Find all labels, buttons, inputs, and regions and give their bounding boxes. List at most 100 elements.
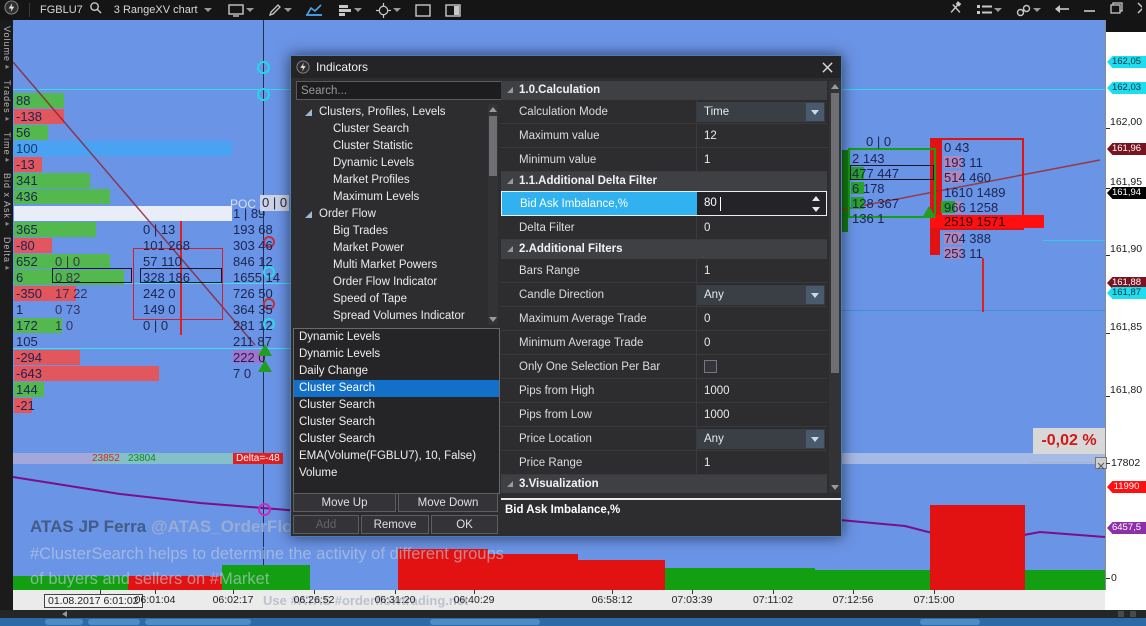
price-axis[interactable]: 17802 0 162,05162,03162,00161,96161,9516… — [1105, 20, 1146, 590]
setting-dropdown[interactable]: Any — [697, 429, 825, 449]
setting-spinner-field[interactable]: 80 — [697, 192, 826, 215]
tree-item-cluster-search[interactable]: Cluster Search — [291, 121, 487, 138]
setting-value[interactable]: 1 — [704, 148, 710, 172]
scroll-up-icon[interactable] — [831, 84, 839, 89]
tree-item-speed-of-tape[interactable]: Speed of Tape — [291, 291, 487, 308]
pin-icon[interactable] — [1055, 1, 1070, 19]
symbol-search-icon[interactable] — [89, 1, 102, 19]
draw-pencil-dropdown[interactable] — [268, 3, 292, 17]
scroll-handle-icon-1[interactable] — [1118, 611, 1124, 617]
setting-value[interactable]: 0 — [704, 331, 710, 355]
bar-list-dropdown[interactable] — [338, 4, 362, 17]
dropdown-arrow-icon[interactable] — [806, 286, 824, 304]
rail-tab-trades[interactable]: Trades — [2, 74, 12, 126]
symbol-label[interactable]: FGBLU7 — [40, 4, 83, 16]
collapse-triangle-icon[interactable] — [507, 246, 513, 252]
scroll-handle-icon-2[interactable] — [1130, 611, 1136, 617]
crosshair-dropdown[interactable] — [376, 3, 401, 18]
expand-triangle-icon[interactable] — [305, 109, 312, 116]
tree-item-big-trades[interactable]: Big Trades — [291, 223, 487, 240]
tools-icon[interactable] — [948, 1, 963, 20]
time-axis[interactable]: Use #ATAS #orderflowtrading.net 01.08.20… — [13, 590, 1105, 610]
section-header[interactable]: 2.Additional Filters — [501, 240, 827, 259]
display-dropdown[interactable] — [228, 4, 254, 17]
setting-value[interactable]: 0 — [704, 216, 710, 240]
setting-value[interactable]: 1000 — [704, 379, 730, 403]
collapse-triangle-icon[interactable] — [507, 481, 513, 487]
list-item[interactable]: Dynamic Levels — [294, 346, 499, 363]
setting-value[interactable]: 1 — [704, 451, 710, 475]
add-button[interactable]: Add — [293, 515, 359, 534]
layout-panels-icon[interactable] — [445, 4, 461, 17]
expand-triangle-icon[interactable] — [305, 211, 312, 218]
setting-value[interactable]: 12 — [704, 124, 717, 148]
setting-dropdown[interactable]: Time — [697, 102, 825, 122]
tree-item-multi-market-powers[interactable]: Multi Market Powers — [291, 257, 487, 274]
rail-tab-delta[interactable]: Delta — [2, 231, 12, 275]
rail-tab-bid-x-ask[interactable]: Bid x Ask — [2, 167, 12, 231]
spin-down-icon[interactable] — [812, 207, 820, 212]
spin-up-icon[interactable] — [812, 196, 820, 201]
list-item[interactable]: Daily Change — [294, 363, 499, 380]
scrollbar-thumb[interactable] — [45, 619, 83, 625]
line-chart-icon[interactable] — [306, 3, 322, 17]
spinner-arrows-icon[interactable] — [812, 195, 822, 213]
link-dropdown[interactable] — [1016, 4, 1041, 17]
settings-scroll-thumb[interactable] — [831, 93, 839, 373]
rectangle-icon[interactable] — [415, 4, 431, 17]
dropdown-arrow-icon[interactable] — [806, 103, 824, 121]
scroll-left-arrow-icon[interactable] — [62, 611, 67, 617]
list-item[interactable]: EMA(Volume(FGBLU7), 10, False) — [294, 448, 499, 465]
setting-checkbox[interactable] — [704, 360, 717, 373]
tree-item-cluster-statistic[interactable]: Cluster Statistic — [291, 138, 487, 155]
scroll-up-icon[interactable] — [489, 107, 497, 112]
scrollbar-thumb[interactable] — [430, 619, 540, 625]
rail-tab-volume[interactable]: Volume — [2, 20, 12, 74]
remove-button[interactable]: Remove — [361, 515, 429, 534]
tree-item-spread-volumes-indicator[interactable]: Spread Volumes Indicator — [291, 308, 487, 325]
tree-item-dynamic-levels[interactable]: Dynamic Levels — [291, 155, 487, 172]
search-input[interactable] — [296, 81, 504, 100]
setting-value[interactable]: 1 — [704, 259, 710, 283]
tree-item-market-power[interactable]: Market Power — [291, 240, 487, 257]
collapse-triangle-icon[interactable] — [507, 87, 513, 93]
setting-dropdown[interactable]: Any — [697, 285, 825, 305]
move-down-button[interactable]: Move Down — [398, 493, 498, 512]
section-header[interactable]: 3.Visualization — [501, 475, 827, 493]
tree-scroll-thumb[interactable] — [489, 116, 497, 176]
move-up-button[interactable]: Move Up — [293, 493, 396, 512]
setting-value[interactable]: 0 — [704, 307, 710, 331]
ok-button[interactable]: OK — [431, 515, 498, 534]
scrollbar-thumb[interactable] — [88, 619, 140, 625]
rail-tab-time[interactable]: Time — [2, 126, 12, 168]
list-item[interactable]: Cluster Search — [294, 397, 499, 414]
list-settings-dropdown[interactable] — [977, 4, 1002, 16]
scrollbar-thumb[interactable] — [920, 619, 980, 625]
minimize-icon[interactable] — [1084, 1, 1096, 19]
dialog-close-icon[interactable] — [819, 59, 835, 75]
list-item[interactable]: Volume — [294, 465, 499, 482]
list-item[interactable]: Cluster Search — [294, 380, 499, 397]
section-header[interactable]: 1.0.Calculation — [501, 81, 827, 100]
chart-scroll-row[interactable] — [0, 610, 1146, 618]
list-item[interactable]: Cluster Search — [294, 414, 499, 431]
tree-item-maximum-levels[interactable]: Maximum Levels — [291, 189, 487, 206]
list-item[interactable]: Cluster Search — [294, 431, 499, 448]
chart-type-dropdown[interactable]: 3 RangeXV chart — [114, 4, 198, 16]
scrollbar-thumb[interactable] — [145, 619, 251, 625]
restore-icon[interactable] — [1110, 1, 1123, 19]
tree-item-order-flow-indicator[interactable]: Order Flow Indicator — [291, 274, 487, 291]
tree-item-market-profiles[interactable]: Market Profiles — [291, 172, 487, 189]
chevron-down-icon[interactable] — [204, 8, 212, 12]
settings-scrollbar[interactable] — [829, 81, 841, 493]
dialog-title-bar[interactable]: Indicators — [291, 56, 841, 78]
tree-group-clusters-profiles-levels[interactable]: Clusters, Profiles, Levels — [291, 104, 487, 121]
scroll-down-icon[interactable] — [831, 485, 839, 490]
section-header[interactable]: 1.1.Additional Delta Filter — [501, 172, 827, 191]
setting-value[interactable]: 1000 — [704, 403, 730, 427]
scroll-down-icon[interactable] — [489, 317, 497, 322]
collapse-triangle-icon[interactable] — [507, 178, 513, 184]
bottom-scrollbar[interactable] — [0, 618, 1146, 626]
tree-scrollbar[interactable] — [488, 104, 498, 325]
dropdown-arrow-icon[interactable] — [806, 430, 824, 448]
